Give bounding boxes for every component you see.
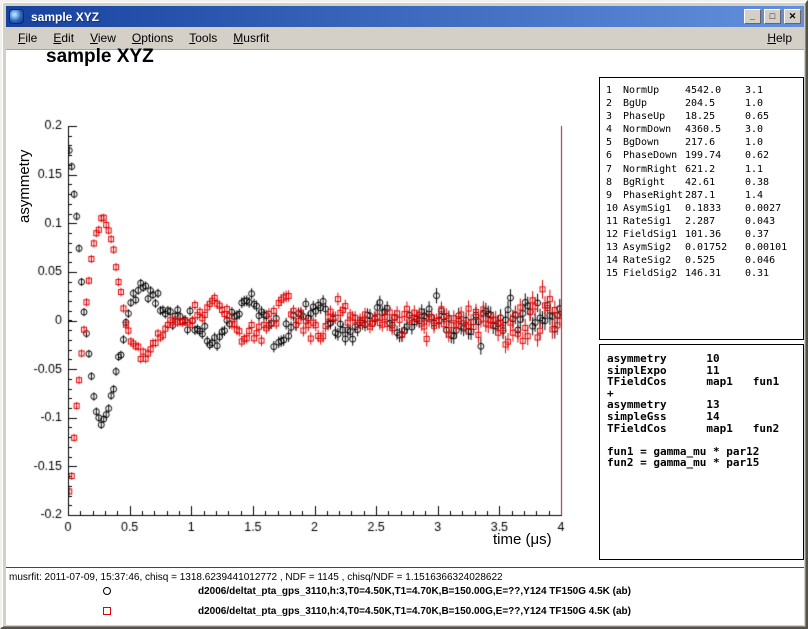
close-button[interactable]: ✕ (784, 9, 801, 24)
window-title: sample XYZ (31, 10, 741, 24)
menu-edit[interactable]: Edit (45, 28, 82, 48)
legend-label-run2: d2006/deltat_pta_gps_3110,h:4,T0=4.50K,T… (198, 606, 631, 617)
maximize-button[interactable]: □ (764, 9, 781, 24)
theory-block: asymmetry 10 simplExpo 11 TFieldCos map1… (599, 344, 804, 560)
parameter-row: 6PhaseDown199.740.62 (606, 149, 803, 162)
parameter-row: 15FieldSig2146.310.31 (606, 267, 803, 280)
fit-status-line: musrfit: 2011-07-09, 15:37:46, chisq = 1… (9, 572, 503, 583)
legend-circle-marker-icon (103, 587, 111, 595)
menu-file[interactable]: File (10, 28, 45, 48)
parameter-row: 2BgUp204.51.0 (606, 97, 803, 110)
parameter-row: 1NormUp4542.03.1 (606, 84, 803, 97)
app-icon[interactable] (9, 9, 24, 24)
menu-help[interactable]: Help (759, 28, 800, 48)
app-window: sample XYZ _ □ ✕ File Edit View Options … (0, 0, 808, 629)
menu-options[interactable]: Options (124, 28, 181, 48)
menu-tools[interactable]: Tools (181, 28, 225, 48)
minimize-button[interactable]: _ (744, 9, 761, 24)
parameter-row: 3PhaseUp18.250.65 (606, 110, 803, 123)
parameter-row: 13AsymSig20.017520.00101 (606, 241, 803, 254)
parameter-row: 5BgDown217.61.0 (606, 136, 803, 149)
title-bar: sample XYZ _ □ ✕ (6, 6, 804, 27)
parameter-row: 12FieldSig1101.360.37 (606, 228, 803, 241)
legend-square-marker-icon (103, 607, 111, 615)
parameter-row: 10AsymSig10.18330.0027 (606, 202, 803, 215)
plot-title: sample XYZ (46, 46, 154, 68)
parameter-row: 9PhaseRight287.11.4 (606, 189, 803, 202)
parameter-row: 4NormDown4360.53.0 (606, 123, 803, 136)
parameter-row: 7NormRight621.21.1 (606, 163, 803, 176)
plot-canvas[interactable] (20, 108, 586, 554)
x-axis-label: time (μs) (493, 531, 552, 548)
parameter-row: 8BgRight42.610.38 (606, 176, 803, 189)
status-divider (6, 567, 804, 568)
parameter-row: 14RateSig20.5250.046 (606, 254, 803, 267)
menu-view[interactable]: View (82, 28, 124, 48)
menu-musrfit[interactable]: Musrfit (225, 28, 277, 48)
legend-label-run1: d2006/deltat_pta_gps_3110,h:3,T0=4.50K,T… (198, 586, 631, 597)
parameter-table: 1NormUp4542.03.12BgUp204.51.03PhaseUp18.… (599, 77, 804, 340)
parameter-row: 11RateSig12.2870.043 (606, 215, 803, 228)
